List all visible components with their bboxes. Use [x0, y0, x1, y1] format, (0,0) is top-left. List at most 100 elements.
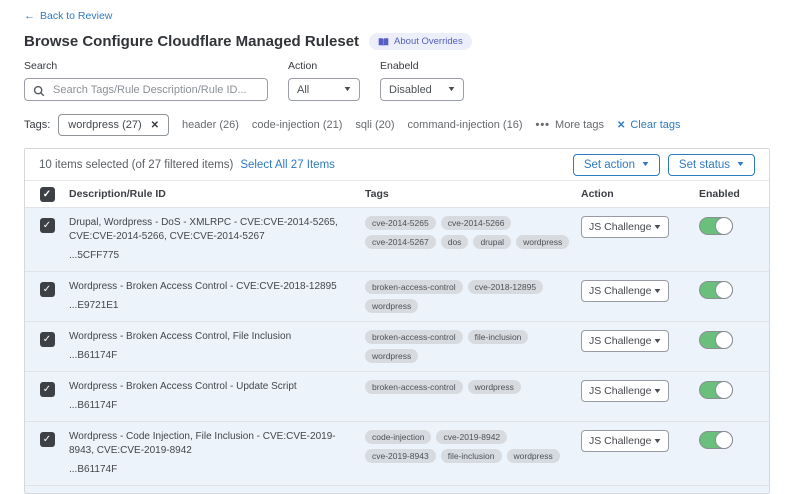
select-all-checkbox[interactable]: ✓	[40, 187, 55, 202]
row-enabled-toggle[interactable]	[699, 381, 733, 399]
ellipsis-icon: •••	[535, 119, 550, 131]
rule-description: Wordpress - Broken Access Control - CVE:…	[69, 280, 357, 294]
back-link-label: Back to Review	[40, 10, 112, 22]
tag-chip: broken-access-control	[365, 380, 463, 394]
row-enabled-toggle[interactable]	[699, 217, 733, 235]
row-checkbox[interactable]: ✓	[40, 432, 55, 447]
action-filter-select[interactable]: All ▼	[288, 78, 360, 101]
row-action-cell: JS Challenge▼	[581, 330, 685, 352]
row-description-cell: Wordpress - Broken Access Control, File …	[69, 330, 365, 363]
tag-header[interactable]: header (26)	[182, 119, 239, 131]
badge-label: About Overrides	[394, 36, 463, 47]
rule-id: ...B61174F	[69, 349, 357, 363]
set-status-label: Set status	[679, 159, 730, 171]
row-action-value: JS Challenge	[589, 385, 651, 397]
row-action-select[interactable]: JS Challenge▼	[581, 280, 669, 302]
tag-chip: drupal	[473, 235, 511, 249]
table-row: ✓Wordpress - Code Injection, File Inclus…	[25, 421, 769, 485]
rule-id: ...5CFF775	[69, 249, 357, 263]
tag-chip: broken-access-control	[365, 330, 463, 344]
tag-chip: cve-2019-8942	[436, 430, 507, 444]
row-tags-cell: broken-access-controlfile-inclusionwordp…	[365, 330, 581, 363]
more-tags-button[interactable]: ••• More tags	[535, 119, 603, 131]
filters-row: Search Action All ▼ Enabeld Disabled ▼	[24, 60, 770, 101]
set-action-label: Set action	[584, 159, 635, 171]
row-action-cell: JS Challenge▼	[581, 216, 685, 238]
selected-tag-wordpress[interactable]: wordpress (27) ✕	[58, 114, 169, 136]
tag-chip: wordpress	[365, 349, 418, 363]
search-input[interactable]	[51, 79, 263, 100]
clear-tags-button[interactable]: ✕ Clear tags	[617, 119, 681, 131]
rule-id: ...B61174F	[69, 399, 357, 413]
row-checkbox[interactable]: ✓	[40, 332, 55, 347]
enabled-filter-select[interactable]: Disabled ▼	[380, 78, 464, 101]
selection-count-text: 10 items selected (of 27 filtered items)	[39, 159, 233, 171]
back-to-review-link[interactable]: ← Back to Review	[24, 10, 112, 22]
clear-icon: ✕	[617, 120, 625, 131]
row-checkbox[interactable]: ✓	[40, 382, 55, 397]
tag-sqli[interactable]: sqli (20)	[355, 119, 394, 131]
row-enabled-toggle[interactable]	[699, 281, 733, 299]
row-enabled-toggle[interactable]	[699, 331, 733, 349]
tag-chip: wordpress	[468, 380, 521, 394]
row-action-value: JS Challenge	[589, 435, 651, 447]
row-checkbox-cell: ✓	[25, 330, 69, 347]
row-tags-cell: broken-access-control wordpress	[365, 380, 581, 394]
header-tags: Tags	[365, 188, 581, 200]
book-icon	[378, 37, 389, 47]
chevron-down-icon: ▼	[653, 288, 663, 295]
tags-label: Tags:	[24, 119, 50, 131]
tag-code-injection[interactable]: code-injection (21)	[252, 119, 343, 131]
chevron-down-icon: ▼	[653, 388, 663, 395]
row-action-select[interactable]: JS Challenge▼	[581, 380, 669, 402]
header-action: Action	[581, 188, 685, 200]
row-enabled-cell	[685, 330, 769, 349]
row-checkbox-cell: ✓	[25, 280, 69, 297]
set-action-button[interactable]: Set action ▼	[573, 154, 660, 176]
action-filter-label: Action	[288, 60, 360, 72]
chevron-down-icon: ▼	[653, 224, 663, 231]
tag-chip: wordpress	[516, 235, 569, 249]
row-enabled-cell	[685, 280, 769, 299]
tags-bar: Tags: wordpress (27) ✕ header (26) code-…	[24, 114, 770, 136]
set-status-button[interactable]: Set status ▼	[668, 154, 755, 176]
selected-tag-label: wordpress (27)	[68, 119, 141, 131]
row-tags-cell: cve-2014-5265cve-2014-5266cve-2014-5267d…	[365, 216, 581, 249]
enabled-filter-group: Enabeld Disabled ▼	[380, 60, 464, 101]
chevron-down-icon: ▼	[343, 86, 353, 93]
rule-id: ...E9721E1	[69, 299, 357, 313]
action-filter-group: Action All ▼	[288, 60, 360, 101]
row-checkbox[interactable]: ✓	[40, 218, 55, 233]
tag-chip: cve-2014-5266	[441, 216, 512, 230]
more-tags-label: More tags	[555, 119, 604, 131]
rules-table: 10 items selected (of 27 filtered items)…	[24, 148, 770, 494]
about-overrides-badge[interactable]: About Overrides	[369, 33, 472, 50]
row-action-select[interactable]: JS Challenge▼	[581, 330, 669, 352]
tag-chip: cve-2019-8943	[365, 449, 436, 463]
search-group: Search	[24, 60, 268, 101]
table-header-row: ✓ Description/Rule ID Tags Action Enable…	[25, 181, 769, 207]
header-enabled: Enabled	[685, 188, 769, 200]
tag-command-injection[interactable]: command-injection (16)	[408, 119, 523, 131]
page-title: Browse Configure Cloudflare Managed Rule…	[24, 33, 359, 50]
row-checkbox[interactable]: ✓	[40, 282, 55, 297]
table-row-partial	[25, 485, 769, 493]
search-box	[24, 78, 268, 101]
row-enabled-toggle[interactable]	[699, 431, 733, 449]
row-action-select[interactable]: JS Challenge▼	[581, 216, 669, 238]
remove-tag-icon[interactable]: ✕	[151, 120, 159, 131]
tag-chip: cve-2014-5267	[365, 235, 436, 249]
enabled-filter-value: Disabled	[389, 84, 432, 96]
select-all-link[interactable]: Select All 27 Items	[240, 159, 335, 171]
toggle-knob	[715, 281, 733, 299]
title-row: Browse Configure Cloudflare Managed Rule…	[24, 33, 770, 50]
table-row: ✓ Wordpress - Broken Access Control - CVE…	[25, 271, 769, 321]
tag-chip: code-injection	[365, 430, 431, 444]
chevron-down-icon: ▼	[447, 86, 457, 93]
toggle-knob	[715, 331, 733, 349]
row-action-select[interactable]: JS Challenge▼	[581, 430, 669, 452]
tag-chip: broken-access-control	[365, 280, 463, 294]
row-checkbox-cell: ✓	[25, 380, 69, 397]
action-filter-value: All	[297, 84, 309, 96]
rule-description: Wordpress - Broken Access Control - Upda…	[69, 380, 357, 394]
